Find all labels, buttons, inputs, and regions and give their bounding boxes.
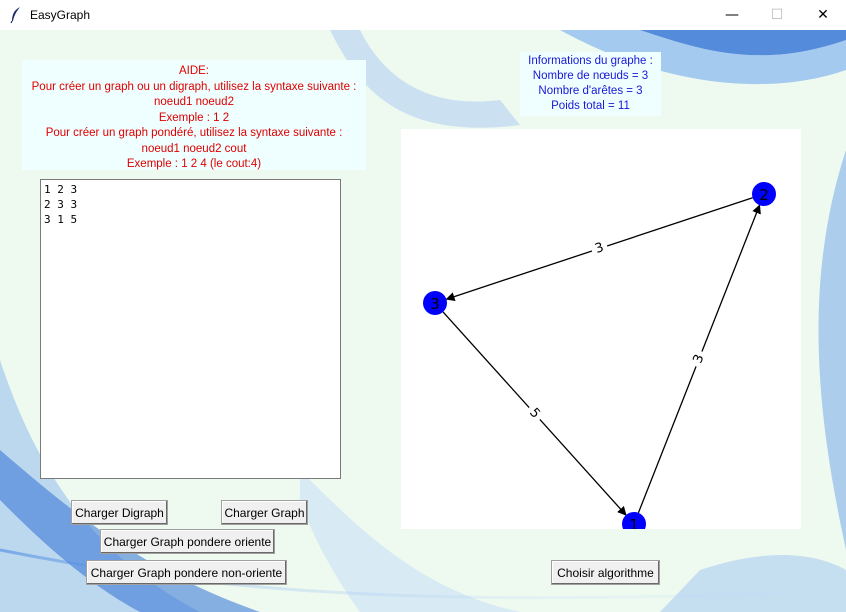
info-line: Poids total = 11 [551, 100, 630, 112]
choose-algorithm-button[interactable]: Choisir algorithme [551, 560, 660, 585]
load-weighted-undirected-button[interactable]: Charger Graph pondere non-oriente [86, 560, 287, 585]
load-graph-button[interactable]: Charger Graph [221, 500, 308, 525]
editor-line: 2 3 3 [44, 198, 78, 211]
graph-info-panel: Informations du graphe : Nombre de nœuds… [520, 52, 661, 116]
info-line: Nombre de nœuds = 3 [532, 70, 649, 82]
graph-node-label: 1 [629, 516, 639, 529]
editor-line: 1 2 3 [44, 183, 78, 196]
help-line: noeud1 noeud2 cout [141, 142, 247, 155]
help-line: Exemple : 1 2 4 (le cout:4) [126, 158, 262, 170]
minimize-button[interactable]: — [709, 0, 755, 30]
help-line: noeud1 noeud2 [154, 96, 234, 108]
info-line: Nombre d'arêtes = 3 [538, 85, 643, 97]
help-line: Pour créer un graph pondéré, utilisez la… [45, 127, 343, 139]
editor-line: 3 1 5 [44, 213, 78, 226]
graph-node-label: 3 [430, 295, 440, 313]
title-bar[interactable]: EasyGraph — ☐ ✕ [0, 0, 846, 30]
info-line: Informations du graphe : [528, 55, 653, 67]
close-button[interactable]: ✕ [800, 0, 846, 30]
help-line: Exemple : 1 2 [158, 111, 230, 124]
load-weighted-directed-button[interactable]: Charger Graph pondere oriente [100, 529, 275, 554]
help-panel: AIDE: Pour créer un graph ou un digraph,… [22, 60, 366, 170]
graph-canvas: 335 123 [401, 129, 801, 536]
help-line: AIDE: [178, 65, 210, 77]
main-window: AIDE: Pour créer un graph ou un digraph,… [0, 30, 846, 612]
help-line: Pour créer un graph ou un digraph, utili… [31, 80, 357, 93]
window-title: EasyGraph [30, 8, 91, 22]
load-digraph-button[interactable]: Charger Digraph [71, 500, 168, 525]
maximize-button[interactable]: ☐ [754, 0, 800, 30]
graph-drawing: 335 123 [423, 182, 776, 536]
feather-icon [10, 7, 20, 24]
graph-input-textarea[interactable]: 1 2 3 2 3 3 3 1 5 [40, 179, 341, 479]
graph-node-label: 2 [759, 186, 769, 204]
